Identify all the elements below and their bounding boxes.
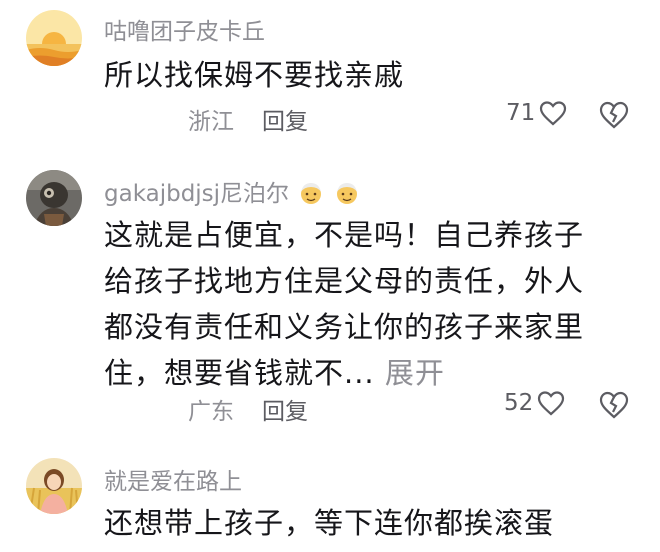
username-text: gakajbdjsj尼泊尔 xyxy=(104,181,290,207)
like-button[interactable]: 52 xyxy=(504,390,565,416)
comment-2: gakajbdjsj尼泊尔 这就是占便宜，不是吗！自己养孩子 给孩子找地方住是父… xyxy=(0,150,660,450)
sunset-avatar-icon xyxy=(26,10,82,66)
comment-text: 还想带上孩子，等下连你都挨滚蛋 xyxy=(104,506,555,540)
elder-face-emoji-icon xyxy=(336,183,357,204)
comment-text-line: 都没有责任和义务让你的孩子来家里 xyxy=(104,310,585,344)
broken-heart-icon[interactable] xyxy=(598,390,630,420)
reply-button[interactable]: 回复 xyxy=(262,392,308,426)
comment-location: 广东 xyxy=(188,399,234,425)
comment-text-line: 住，想要省钱就不... xyxy=(104,356,375,390)
comment-3: 就是爱在路上 还想带上孩子，等下连你都挨滚蛋 xyxy=(0,450,660,552)
avatar[interactable] xyxy=(26,170,82,226)
comment-text-line: 这就是占便宜，不是吗！自己养孩子 xyxy=(104,218,585,252)
expand-link[interactable]: 展开 xyxy=(385,356,445,390)
heart-icon xyxy=(538,391,565,416)
broken-heart-icon[interactable] xyxy=(598,100,630,130)
comment-username[interactable]: 咕噜团子皮卡丘 xyxy=(104,12,265,46)
mask-figure-avatar-icon xyxy=(26,170,82,226)
comment-text: 所以找保姆不要找亲戚 xyxy=(104,58,405,92)
like-button[interactable]: 71 xyxy=(506,100,567,126)
heart-icon xyxy=(540,101,567,126)
comment-location: 浙江 xyxy=(188,109,234,135)
comment-username[interactable]: gakajbdjsj尼泊尔 xyxy=(104,174,360,208)
comment-1: 咕噜团子皮卡丘 所以找保姆不要找亲戚 浙江 回复 71 xyxy=(0,0,660,150)
girl-wheat-avatar-icon xyxy=(26,458,82,514)
avatar[interactable] xyxy=(26,10,82,66)
reply-button[interactable]: 回复 xyxy=(262,102,308,136)
like-count: 71 xyxy=(506,100,536,126)
comment-text: 这就是占便宜，不是吗！自己养孩子 给孩子找地方住是父母的责任，外人 都没有责任和… xyxy=(104,212,634,396)
comment-text-line: 给孩子找地方住是父母的责任，外人 xyxy=(104,264,585,298)
like-count: 52 xyxy=(504,390,534,416)
comment-username[interactable]: 就是爱在路上 xyxy=(104,462,242,496)
avatar[interactable] xyxy=(26,458,82,514)
elder-face-emoji-icon xyxy=(301,183,322,204)
